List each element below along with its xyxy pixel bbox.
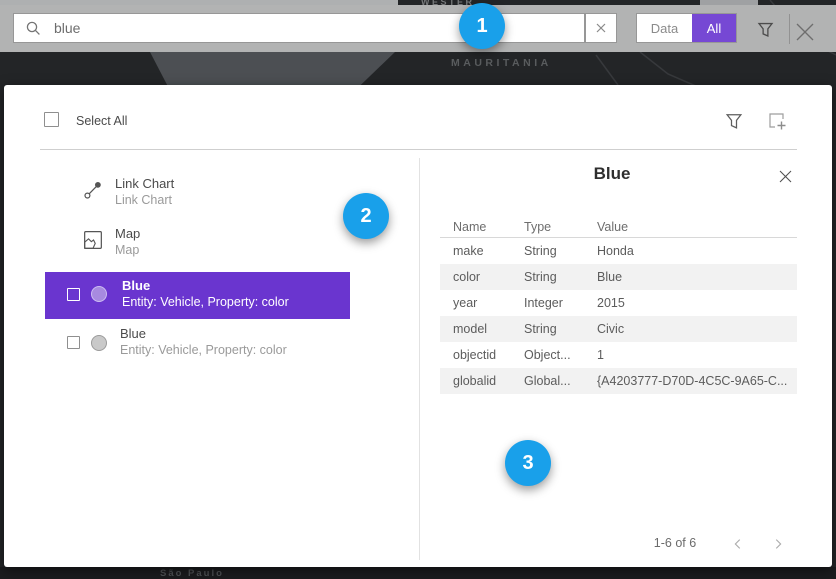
select-all-checkbox[interactable] bbox=[44, 112, 59, 127]
column-header-name: Name bbox=[453, 220, 524, 234]
cell-name: make bbox=[453, 244, 524, 258]
callout-badge-1: 1 bbox=[459, 3, 505, 49]
callout-badge-2: 2 bbox=[343, 193, 389, 239]
table-row: model String Civic bbox=[440, 316, 797, 342]
scope-toggle: Data All bbox=[636, 13, 737, 43]
cell-type: Integer bbox=[524, 296, 597, 310]
result-item-title[interactable]: Map bbox=[115, 226, 140, 241]
result-item-subtitle: Link Chart bbox=[115, 193, 172, 207]
result-item-subtitle: Map bbox=[115, 243, 139, 257]
close-icon bbox=[794, 21, 816, 43]
pagination-prev-button[interactable] bbox=[730, 536, 746, 552]
table-row: globalid Global... {A4203777-D70D-4C5C-9… bbox=[440, 368, 797, 394]
toolbar-divider bbox=[789, 14, 790, 44]
cell-name: objectid bbox=[453, 348, 524, 362]
results-filter-button[interactable] bbox=[724, 111, 744, 131]
clear-search-button[interactable] bbox=[585, 13, 617, 43]
item-checkbox[interactable] bbox=[67, 336, 80, 349]
cell-name: model bbox=[453, 322, 524, 336]
scope-option-all[interactable]: All bbox=[692, 14, 736, 42]
add-selection-icon bbox=[766, 110, 788, 132]
map-label-mauritania: MAURITANIA bbox=[451, 57, 552, 69]
cell-type: String bbox=[524, 270, 597, 284]
cell-type: Global... bbox=[524, 374, 597, 388]
map-label-bottom: São Paulo bbox=[160, 568, 224, 579]
filter-button[interactable] bbox=[753, 18, 777, 40]
cell-value: Civic bbox=[597, 322, 797, 336]
select-all-label: Select All bbox=[76, 114, 127, 128]
table-row: year Integer 2015 bbox=[440, 290, 797, 316]
table-row: make String Honda bbox=[440, 238, 797, 264]
pagination-next-button[interactable] bbox=[770, 536, 786, 552]
detail-close-button[interactable] bbox=[777, 168, 794, 185]
close-search-button[interactable] bbox=[794, 21, 816, 43]
cell-name: globalid bbox=[453, 374, 524, 388]
add-to-selection-button[interactable] bbox=[766, 110, 788, 132]
callout-badge-3: 3 bbox=[505, 440, 551, 486]
cell-name: color bbox=[453, 270, 524, 284]
scope-option-data[interactable]: Data bbox=[637, 14, 692, 42]
result-item-title[interactable]: Link Chart bbox=[115, 176, 174, 191]
result-item-subtitle: Entity: Vehicle, Property: color bbox=[120, 343, 287, 357]
search-toolbar: Data All bbox=[0, 5, 836, 52]
detail-title: Blue bbox=[424, 164, 800, 184]
cell-value: Honda bbox=[597, 244, 797, 258]
clear-icon bbox=[595, 22, 607, 34]
cell-type: String bbox=[524, 244, 597, 258]
chevron-left-icon bbox=[731, 537, 745, 551]
link-chart-icon bbox=[83, 180, 103, 200]
entity-dot-icon bbox=[91, 335, 107, 351]
cell-value: 1 bbox=[597, 348, 797, 362]
map-bottom-strip bbox=[0, 567, 836, 579]
cell-type: Object... bbox=[524, 348, 597, 362]
chevron-right-icon bbox=[771, 537, 785, 551]
cell-value: 2015 bbox=[597, 296, 797, 310]
entity-dot-icon bbox=[91, 286, 107, 302]
filter-funnel-icon bbox=[724, 111, 744, 131]
vertical-divider bbox=[419, 158, 420, 560]
pagination-range: 1-6 of 6 bbox=[635, 536, 715, 550]
result-item-subtitle: Entity: Vehicle, Property: color bbox=[122, 295, 289, 309]
column-header-type: Type bbox=[524, 220, 597, 234]
panel-divider bbox=[40, 149, 797, 150]
close-icon bbox=[778, 169, 793, 184]
map-icon bbox=[83, 230, 103, 250]
properties-table: Name Type Value make String Honda color … bbox=[440, 216, 797, 394]
filter-funnel-icon bbox=[756, 20, 775, 39]
search-results-panel: Select All Link Chart Link Chart Map Map bbox=[4, 85, 832, 567]
item-checkbox[interactable] bbox=[67, 288, 80, 301]
column-header-value: Value bbox=[597, 220, 797, 234]
table-row: color String Blue bbox=[440, 264, 797, 290]
result-item-title[interactable]: Blue bbox=[120, 326, 146, 341]
result-item-selected[interactable]: Blue Entity: Vehicle, Property: color bbox=[45, 272, 350, 319]
cell-value: Blue bbox=[597, 270, 797, 284]
table-header: Name Type Value bbox=[440, 216, 797, 237]
cell-value: {A4203777-D70D-4C5C-9A65-C... bbox=[597, 374, 797, 388]
search-icon bbox=[25, 20, 42, 37]
cell-type: String bbox=[524, 322, 597, 336]
result-item-title: Blue bbox=[122, 278, 150, 293]
cell-name: year bbox=[453, 296, 524, 310]
table-row: objectid Object... 1 bbox=[440, 342, 797, 368]
